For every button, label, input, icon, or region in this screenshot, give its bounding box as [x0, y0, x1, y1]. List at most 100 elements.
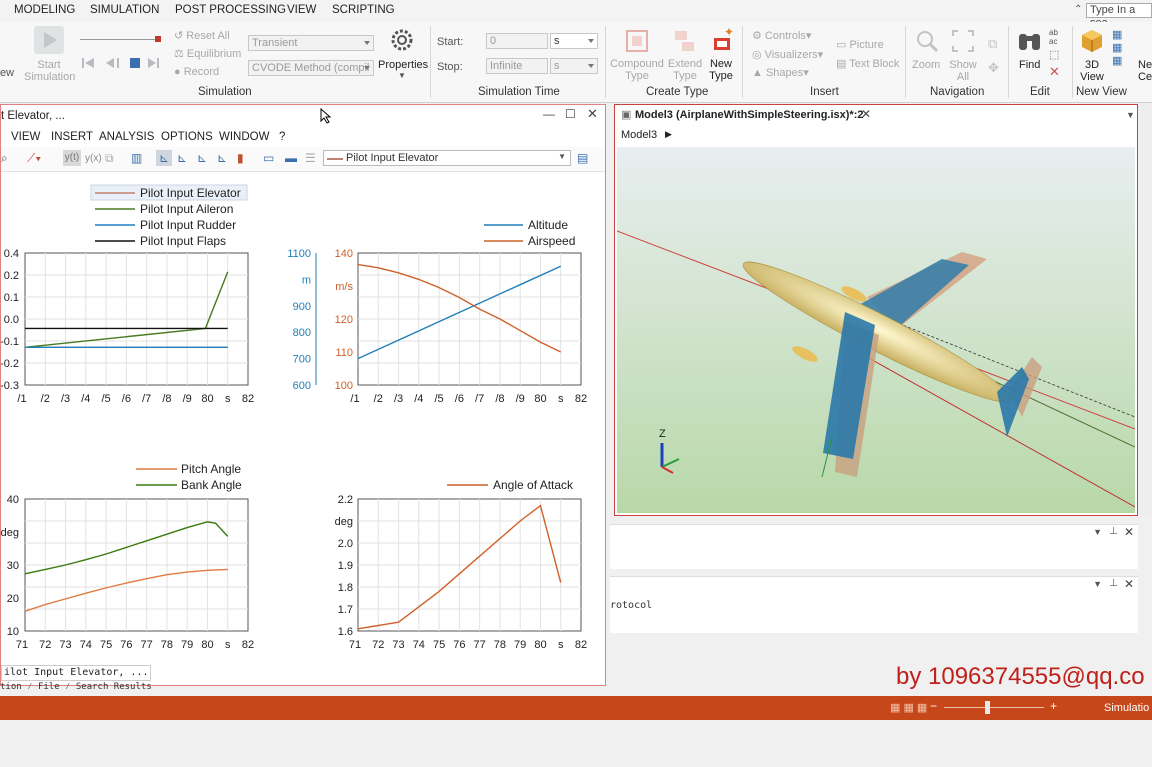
- tab-simulation[interactable]: tion: [0, 682, 22, 692]
- legend-entry[interactable]: Airspeed: [528, 234, 575, 248]
- compound-type-button[interactable]: Compound Type: [610, 58, 664, 82]
- show-all-button[interactable]: Show All: [948, 59, 978, 83]
- menu-modeling[interactable]: MODELING: [14, 4, 75, 16]
- yx-mode-icon[interactable]: y(x): [85, 153, 102, 164]
- equilibrium-button[interactable]: ⚖ Equilibrium: [174, 47, 241, 60]
- time-slider-track[interactable]: [80, 39, 160, 40]
- properties-button[interactable]: Properties: [378, 59, 428, 71]
- breadcrumb-model[interactable]: Model3: [621, 129, 657, 141]
- plot-menu-help[interactable]: ?: [279, 131, 285, 143]
- yt-mode-icon[interactable]: y(t): [63, 150, 81, 166]
- chevron-down-icon[interactable]: ▼: [1126, 110, 1135, 120]
- side-panel-strip[interactable]: [1140, 104, 1152, 516]
- chevron-right-icon[interactable]: ▶: [665, 129, 672, 140]
- plot-menu-window[interactable]: WINDOW: [219, 131, 269, 143]
- legend-entry[interactable]: Pitch Angle: [181, 462, 241, 476]
- search-icon[interactable]: ⌕: [1, 151, 8, 166]
- model-window-titlebar[interactable]: ▣ Model3 (AirplaneWithSimpleSteering.isx…: [615, 105, 1137, 126]
- binoculars-icon[interactable]: [1016, 28, 1044, 54]
- maximize-icon[interactable]: ☐: [565, 107, 576, 121]
- pan-icon[interactable]: ✥: [988, 60, 999, 76]
- 3d-viewport[interactable]: Z: [617, 147, 1135, 513]
- curve-select[interactable]: Pilot Input Elevator ▼: [323, 150, 571, 166]
- picture-button[interactable]: ▭ Picture: [836, 38, 884, 51]
- compound-type-icon[interactable]: [624, 28, 650, 54]
- legend-entry[interactable]: Pilot Input Rudder: [140, 218, 236, 232]
- cube-icon[interactable]: [1078, 27, 1106, 55]
- playback-controls[interactable]: [80, 56, 160, 70]
- replace-icon[interactable]: ab ac: [1049, 28, 1058, 46]
- extend-type-button[interactable]: Extend Type: [666, 58, 704, 82]
- layout-icon[interactable]: ⊾: [177, 151, 187, 165]
- table-icon[interactable]: ⧉: [105, 151, 114, 166]
- tab-search-results[interactable]: Search Results: [76, 682, 152, 692]
- extend-type-icon[interactable]: [672, 28, 698, 54]
- legend-entry[interactable]: Angle of Attack: [493, 478, 574, 492]
- close-icon[interactable]: ✕: [861, 107, 871, 121]
- simulation-mode-select[interactable]: Transient: [248, 35, 374, 51]
- zoom-slider-thumb[interactable]: [985, 701, 990, 714]
- visualizers-menu[interactable]: ◎ Visualizers▾: [752, 48, 823, 61]
- layout-icon[interactable]: ⊾: [217, 151, 227, 165]
- layout-icon[interactable]: ▦ ▦ ▦: [890, 701, 927, 714]
- zoom-in-icon[interactable]: +: [1050, 699, 1057, 713]
- new-type-button[interactable]: New Type: [704, 58, 738, 82]
- export-icon[interactable]: ▭: [263, 151, 274, 165]
- close-icon[interactable]: ✕: [1049, 64, 1060, 80]
- pin-icon[interactable]: ⊥: [1109, 526, 1118, 537]
- new-cen-button[interactable]: Ne Cen: [1138, 59, 1152, 83]
- legend-entry[interactable]: Pilot Input Elevator: [140, 186, 241, 200]
- find-button[interactable]: Find: [1019, 59, 1040, 71]
- ruler-icon[interactable]: ▬: [285, 151, 297, 165]
- zoom-out-icon[interactable]: −: [930, 699, 937, 713]
- minimize-icon[interactable]: —: [543, 107, 555, 121]
- plot-menu-insert[interactable]: INSERT: [51, 131, 93, 143]
- layout-icon[interactable]: ⊾: [197, 151, 207, 165]
- legend-entry[interactable]: Pilot Input Aileron: [140, 202, 233, 216]
- text-block-button[interactable]: ▤ Text Block: [836, 57, 899, 70]
- pin-icon[interactable]: ⊥: [1109, 578, 1118, 589]
- protocol-tab[interactable]: rotocol: [610, 600, 652, 611]
- plot-window-titlebar[interactable]: t Elevator, ... — ☐ ✕: [1, 105, 605, 127]
- list-icon[interactable]: ☰: [305, 151, 316, 165]
- menu-scripting[interactable]: SCRIPTING: [332, 4, 395, 16]
- collapse-ribbon-icon[interactable]: ⌃: [1074, 4, 1082, 15]
- start-simulation-button[interactable]: [34, 26, 64, 54]
- 3d-view-button[interactable]: 3D View: [1078, 59, 1106, 83]
- controls-menu[interactable]: ⚙ Controls▾: [752, 29, 811, 42]
- plot-menu-options[interactable]: OPTIONS: [161, 131, 213, 143]
- show-all-icon[interactable]: [950, 28, 976, 54]
- close-icon[interactable]: ✕: [1124, 577, 1134, 591]
- stop-time-unit-select[interactable]: s: [550, 58, 598, 74]
- zoom-icon[interactable]: [914, 28, 940, 54]
- layout-single-icon[interactable]: ⊾: [156, 150, 172, 166]
- plot-window-tab[interactable]: ilot Input Elevator, ...: [1, 665, 151, 681]
- legend-entry[interactable]: Altitude: [528, 218, 568, 232]
- chevron-down-icon[interactable]: ▼: [1093, 527, 1102, 537]
- shapes-menu[interactable]: ▲ Shapes▾: [752, 66, 809, 79]
- record-button[interactable]: ● Record: [174, 66, 219, 78]
- start-time-unit-select[interactable]: s: [550, 33, 598, 49]
- plot-menu-analysis[interactable]: ANALYSIS: [99, 131, 154, 143]
- reset-all-button[interactable]: ↺ Reset All: [174, 29, 230, 42]
- chart-icon[interactable]: ▥: [131, 151, 142, 165]
- chevron-down-icon[interactable]: ▼: [1093, 579, 1102, 589]
- fit-icon[interactable]: ⧉: [988, 36, 997, 52]
- menu-simulation[interactable]: SIMULATION: [90, 4, 159, 16]
- properties-icon[interactable]: ▤: [577, 151, 588, 165]
- menu-post-processing[interactable]: POST PROCESSING: [175, 4, 286, 16]
- zoom-slider-track[interactable]: [944, 707, 1044, 708]
- solver-method-select[interactable]: CVODE Method (compil: [248, 60, 374, 76]
- view-layout-icon[interactable]: ▦ ▦ ▦: [1112, 28, 1122, 67]
- zoom-button[interactable]: Zoom: [912, 59, 940, 71]
- close-icon[interactable]: ✕: [587, 106, 598, 122]
- close-icon[interactable]: ✕: [1124, 525, 1134, 539]
- legend-entry[interactable]: Bank Angle: [181, 478, 242, 492]
- legend-entry[interactable]: Pilot Input Flaps: [140, 234, 226, 248]
- menu-view[interactable]: VIEW: [287, 4, 316, 16]
- stop-time-input[interactable]: Infinite: [486, 58, 548, 74]
- select-icon[interactable]: ⬚: [1049, 48, 1059, 61]
- start-time-input[interactable]: 0: [486, 33, 548, 49]
- chart-type-icon[interactable]: ⟋▾: [27, 151, 41, 166]
- search-input[interactable]: Type In a sea: [1086, 3, 1152, 29]
